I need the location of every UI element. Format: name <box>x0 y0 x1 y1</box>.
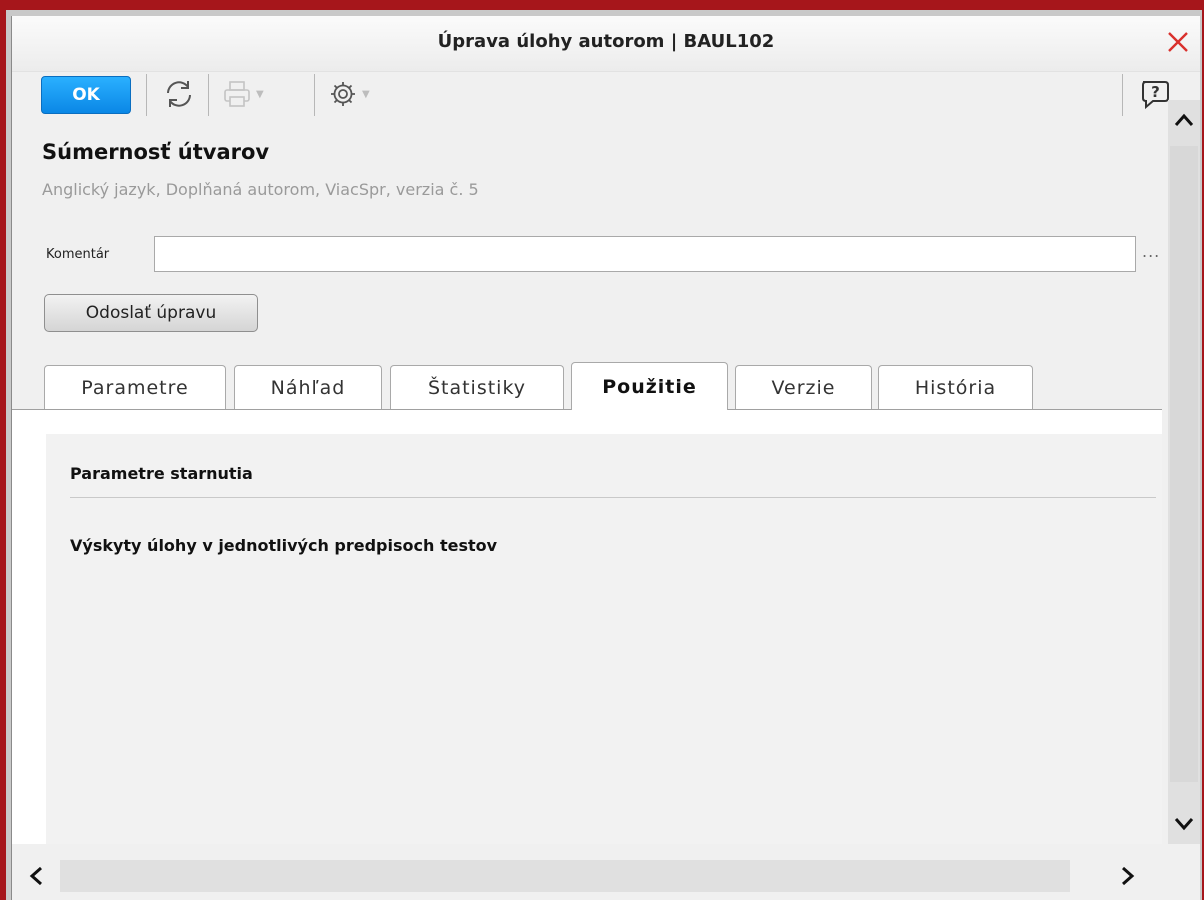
item-title: Súmernosť útvarov <box>42 140 270 164</box>
comment-label: Komentár <box>46 247 110 262</box>
edit-dialog: Úprava úlohy autorom | BAUL102 OK ▼ ▼ ? … <box>11 16 1200 900</box>
vertical-scrollbar[interactable] <box>1168 100 1200 844</box>
title-bar: Úprava úlohy autorom | BAUL102 <box>12 16 1200 72</box>
more-button[interactable]: ... <box>1142 242 1160 261</box>
comment-input[interactable] <box>154 236 1136 272</box>
chevron-up-icon[interactable] <box>1168 100 1200 140</box>
chevron-right-icon[interactable] <box>1108 856 1148 896</box>
gear-icon[interactable]: ▼ <box>328 78 370 110</box>
send-edit-button[interactable]: Odoslať úpravu <box>44 294 258 332</box>
close-icon[interactable] <box>1164 28 1192 56</box>
tab-statistiky[interactable]: Štatistiky <box>390 365 564 409</box>
section-divider <box>70 497 1156 498</box>
toolbar-divider <box>208 74 209 116</box>
section-heading-occurrences: Výskyty úlohy v jednotlivých predpisoch … <box>70 536 498 555</box>
ok-button[interactable]: OK <box>41 76 131 114</box>
tab-nahlad[interactable]: Náhľad <box>234 365 382 409</box>
toolbar-divider <box>1122 74 1123 116</box>
scrollbar-track[interactable] <box>60 860 1070 892</box>
dialog-title: Úprava úlohy autorom | BAUL102 <box>437 31 775 52</box>
toolbar-divider <box>314 74 315 116</box>
horizontal-scrollbar[interactable] <box>12 856 1200 896</box>
chevron-down-icon[interactable] <box>1168 804 1200 844</box>
item-subtitle: Anglický jazyk, Doplňaná autorom, ViacSp… <box>42 180 479 199</box>
toolbar: OK ▼ ▼ ? <box>12 72 1200 124</box>
section-heading-aging: Parametre starnutia <box>70 464 253 483</box>
usage-panel <box>46 434 1162 844</box>
chevron-down-icon: ▼ <box>362 88 370 100</box>
refresh-icon[interactable] <box>162 78 196 110</box>
tab-verzie[interactable]: Verzie <box>735 365 872 409</box>
chevron-down-icon: ▼ <box>256 88 264 100</box>
chevron-left-icon[interactable] <box>16 856 56 896</box>
print-icon[interactable]: ▼ <box>222 78 264 110</box>
svg-text:?: ? <box>1151 83 1160 101</box>
tab-bar: Parametre Náhľad Štatistiky Použitie Ver… <box>12 362 1162 410</box>
scrollbar-track[interactable] <box>1170 146 1198 782</box>
tab-parametre[interactable]: Parametre <box>44 365 226 409</box>
tab-pouzitie[interactable]: Použitie <box>571 362 728 410</box>
tab-historia[interactable]: História <box>878 365 1033 409</box>
toolbar-divider <box>146 74 147 116</box>
